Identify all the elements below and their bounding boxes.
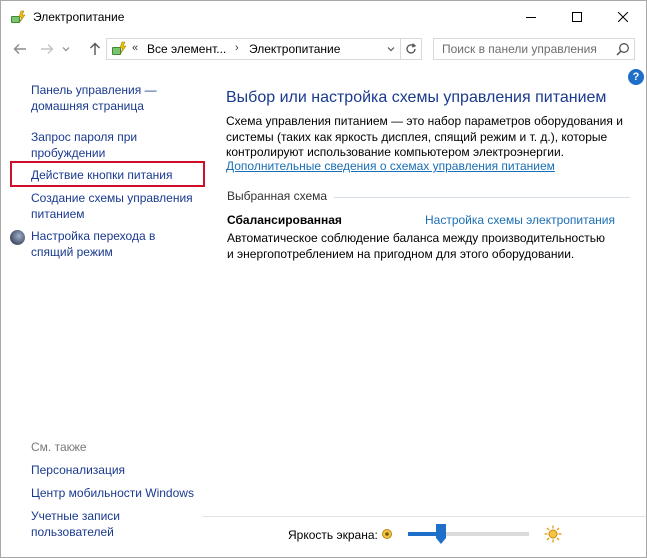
sidebar-item-power-button-action[interactable]: Действие кнопки питания xyxy=(31,167,173,183)
see-also-label: Персонализация xyxy=(31,463,126,477)
breadcrumb-overflow[interactable]: « xyxy=(132,42,138,54)
breadcrumb-all-items[interactable]: Все элемент... xyxy=(147,42,226,56)
sidebar-item-label: Панель управления — xyxy=(31,83,157,97)
close-icon xyxy=(618,11,628,22)
plan-description-line: Автоматическое соблюдение баланса между … xyxy=(227,231,605,245)
address-bar[interactable]: « Все элемент... › Электропитание xyxy=(106,38,422,60)
see-also-label: Учетные записи xyxy=(31,509,120,523)
dim-sun-icon xyxy=(382,529,392,539)
refresh-icon xyxy=(406,43,417,54)
control-panel-window: Электропитание « Все элемент... › Электр… xyxy=(0,0,647,558)
sidebar-item-control-panel-home[interactable]: Панель управления — домашняя страница xyxy=(31,82,157,114)
sidebar-item-label: пробуждении xyxy=(31,146,106,160)
sidebar-item-create-power-plan[interactable]: Создание схемы управления питанием xyxy=(31,190,193,222)
bottom-divider xyxy=(202,516,646,517)
search-icon[interactable] xyxy=(616,42,630,56)
title-bar: Электропитание xyxy=(1,1,646,32)
plan-description: Автоматическое соблюдение баланса между … xyxy=(227,231,627,262)
sidebar-item-label: спящий режим xyxy=(31,245,113,259)
sidebar-item-label: Действие кнопки питания xyxy=(31,168,173,182)
page-title: Выбор или настройка схемы управления пит… xyxy=(226,89,607,106)
address-dropdown-button[interactable] xyxy=(383,39,399,59)
description-line: Схема управления питанием — это набор па… xyxy=(226,114,623,128)
sidebar-item-label: Настройка перехода в xyxy=(31,229,156,243)
close-button[interactable] xyxy=(600,1,646,32)
refresh-button[interactable] xyxy=(400,39,421,59)
selected-plan-label: Выбранная схема xyxy=(227,189,328,203)
forward-button[interactable] xyxy=(37,39,57,59)
chevron-down-icon xyxy=(62,47,70,52)
maximize-icon xyxy=(572,11,582,22)
description-line: системы (таких как яркость дисплея, спящ… xyxy=(226,129,608,144)
up-button[interactable] xyxy=(85,39,105,59)
recent-locations-button[interactable] xyxy=(59,39,73,59)
power-options-icon xyxy=(11,10,26,23)
see-also-heading: См. также xyxy=(31,440,87,454)
brightness-slider-track[interactable] xyxy=(408,532,529,536)
back-button[interactable] xyxy=(10,39,30,59)
more-info-link[interactable]: Дополнительные сведения о схемах управле… xyxy=(226,159,555,173)
minimize-icon xyxy=(526,16,536,18)
search-box[interactable] xyxy=(433,38,635,60)
bright-sun-icon xyxy=(544,525,562,543)
section-divider xyxy=(334,197,630,198)
page-description: Схема управления питанием — это набор па… xyxy=(226,114,626,161)
sidebar-item-sleep-settings[interactable]: Настройка перехода в спящий режим xyxy=(31,228,155,260)
plan-name: Сбалансированная xyxy=(227,213,342,227)
breadcrumb-separator[interactable]: › xyxy=(235,42,239,54)
minimize-button[interactable] xyxy=(508,1,554,32)
forward-arrow-icon xyxy=(41,44,54,54)
sidebar-item-label: питанием xyxy=(31,207,85,221)
navigation-bar: « Все элемент... › Электропитание xyxy=(1,34,646,64)
sidebar-item-require-password[interactable]: Запрос пароля при пробуждении xyxy=(31,129,137,161)
see-also-personalization[interactable]: Персонализация xyxy=(31,462,125,478)
sidebar-item-label: Запрос пароля при xyxy=(31,130,138,144)
plan-settings-link[interactable]: Настройка схемы электропитания xyxy=(425,213,615,227)
help-button[interactable]: ? xyxy=(628,69,644,85)
back-arrow-icon xyxy=(13,44,26,54)
window-title: Электропитание xyxy=(33,10,125,24)
see-also-user-accounts[interactable]: Учетные записи пользователей xyxy=(31,508,120,540)
see-also-label: Центр мобильности Windows xyxy=(31,486,194,500)
see-also-label: пользователей xyxy=(31,525,114,539)
plan-description-line: и энергопотреблением на пригодном для эт… xyxy=(227,246,575,261)
see-also-mobility-center[interactable]: Центр мобильности Windows xyxy=(31,485,194,501)
brightness-label: Яркость экрана: xyxy=(288,528,378,542)
chevron-down-icon xyxy=(387,47,395,52)
maximize-button[interactable] xyxy=(554,1,600,32)
up-arrow-icon xyxy=(90,42,100,55)
breadcrumb-power-options[interactable]: Электропитание xyxy=(249,42,340,56)
control-panel-icon xyxy=(112,41,127,55)
brightness-slider-thumb[interactable] xyxy=(436,524,446,544)
search-input[interactable] xyxy=(434,39,612,59)
sidebar-item-label: Создание схемы управления xyxy=(31,191,193,205)
sleep-moon-icon xyxy=(10,230,25,245)
sidebar-item-label: домашняя страница xyxy=(31,99,144,113)
